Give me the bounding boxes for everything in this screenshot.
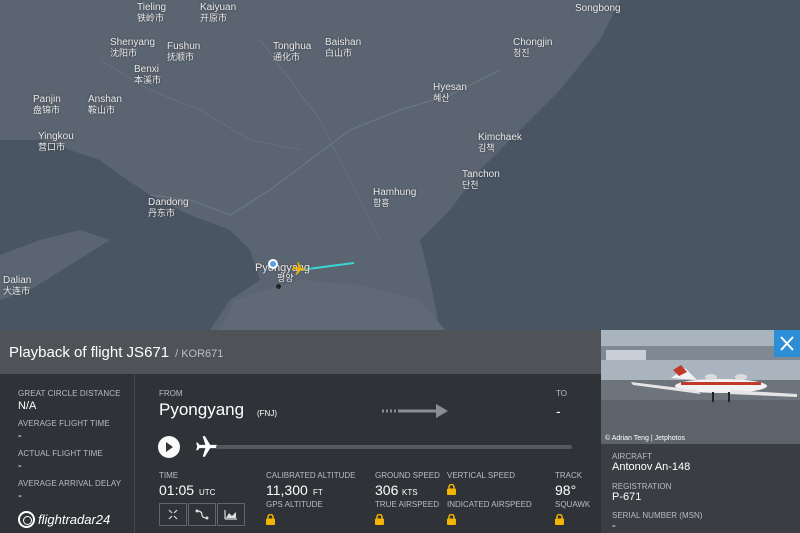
lock-icon [266, 514, 275, 525]
from-city: Pyongyang [159, 400, 245, 419]
city-label: Panjin 盘锦市 [33, 94, 61, 116]
flight-map[interactable]: Tieling 铁岭市 Kaiyuan 开原市 Songbong Shenyang 沈… [0, 0, 800, 340]
city-label: Dandong 丹东市 [148, 197, 189, 219]
close-icon [780, 336, 794, 351]
city-label: Shenyang 沈阳市 [110, 37, 156, 59]
track-label: TRACK [555, 471, 583, 480]
squawk-label: SQUAWK [555, 500, 591, 509]
playback-slider[interactable] [216, 445, 572, 449]
chart-icon [224, 510, 237, 520]
to-label: TO [556, 389, 567, 398]
close-button[interactable] [774, 330, 800, 357]
stat-average-arrival-delay: AVERAGE ARRIVAL DELAY - [18, 479, 122, 502]
time-unit: UTC [199, 488, 216, 497]
true-airspeed-label: TRUE AIRSPEED [375, 500, 440, 509]
city-label: Tanchon 단천 [462, 169, 500, 191]
lock-icon [555, 514, 564, 525]
vertical-speed-label: VERTICAL SPEED [447, 471, 516, 480]
route-button[interactable] [188, 503, 216, 526]
aircraft-photo-image [601, 330, 800, 444]
from-code: (FNJ) [257, 409, 277, 418]
panel-header: Playback of flight JS671 / KOR671 [0, 330, 601, 374]
callsign: / KOR671 [175, 347, 224, 360]
flightradar24-logo[interactable]: flightradar24 [18, 511, 110, 528]
to-value: - [556, 403, 561, 419]
city-label: Chongjin 청진 [513, 37, 553, 59]
registration-value: P-671 [612, 491, 642, 503]
city-label: Baishan 白山市 [325, 37, 362, 59]
flight-stats: GREAT CIRCLE DISTANCE N/A AVERAGE FLIGHT… [0, 374, 135, 533]
arrow-right-icon [382, 404, 448, 418]
collapse-icon [168, 509, 178, 520]
aircraft-info: AIRCRAFT Antonov An-148 REGISTRATION P-6… [601, 444, 800, 533]
city-label: Dalian 大连市 [3, 275, 32, 297]
calibrated-altitude-value: 11,300 [266, 482, 308, 498]
calibrated-altitude-unit: FT [313, 488, 323, 497]
city-label: Benxi 本溪市 [134, 64, 162, 86]
from-label: FROM [159, 389, 183, 398]
city-label: Kaiyuan 开原市 [200, 2, 237, 24]
plane-marker-icon[interactable] [291, 261, 307, 277]
city-label: Fushun 抚顺市 [167, 41, 201, 63]
route-icon [195, 509, 209, 520]
time-label: TIME [159, 471, 179, 480]
lock-icon [447, 484, 456, 495]
aircraft-photo[interactable]: © Adrian Teng | Jetphotos [601, 330, 800, 444]
calibrated-altitude-label: CALIBRATED ALTITUDE [266, 471, 356, 480]
photo-credit: © Adrian Teng | Jetphotos [605, 435, 686, 442]
ground-speed-value: 306 [375, 482, 399, 498]
indicated-airspeed-label: INDICATED AIRSPEED [447, 500, 532, 509]
airport-dot [276, 284, 281, 289]
lock-icon [375, 514, 384, 525]
registration-label: REGISTRATION [612, 482, 672, 491]
city-label: Kimchaek 김책 [478, 132, 522, 154]
city-label: Songbong [575, 3, 621, 14]
city-label: Tieling 铁岭市 [137, 2, 167, 24]
serial-number-value: - [612, 520, 616, 532]
time-value: 01:05 [159, 482, 195, 498]
city-label: Anshan 鞍山市 [88, 94, 122, 116]
city-label: Hamhung 함흥 [373, 187, 417, 209]
panel-title: Playback of flight JS671 [9, 343, 170, 361]
serial-number-label: SERIAL NUMBER (MSN) [612, 511, 703, 520]
ground-speed-unit: KTS [402, 488, 418, 497]
gps-altitude-label: GPS ALTITUDE [266, 500, 323, 509]
track-value: 98° [555, 482, 577, 498]
stat-great-circle-distance: GREAT CIRCLE DISTANCE N/A [18, 389, 121, 412]
play-button[interactable] [158, 436, 180, 458]
city-label: Hyesan 혜산 [433, 82, 467, 104]
aircraft-value: Antonov An-148 [612, 461, 691, 473]
chart-button[interactable] [217, 503, 245, 526]
city-label: Tonghua 通化市 [273, 41, 312, 63]
city-label: Yingkou 营口市 [38, 131, 74, 153]
ground-speed-label: GROUND SPEED [375, 471, 440, 480]
collapse-button[interactable] [159, 503, 187, 526]
pin-icon[interactable] [268, 259, 278, 269]
stat-average-flight-time: AVERAGE FLIGHT TIME - [18, 419, 110, 442]
stat-actual-flight-time: ACTUAL FLIGHT TIME - [18, 449, 103, 472]
aircraft-label: AIRCRAFT [612, 452, 652, 461]
logo-icon [18, 511, 35, 528]
lock-icon [447, 514, 456, 525]
